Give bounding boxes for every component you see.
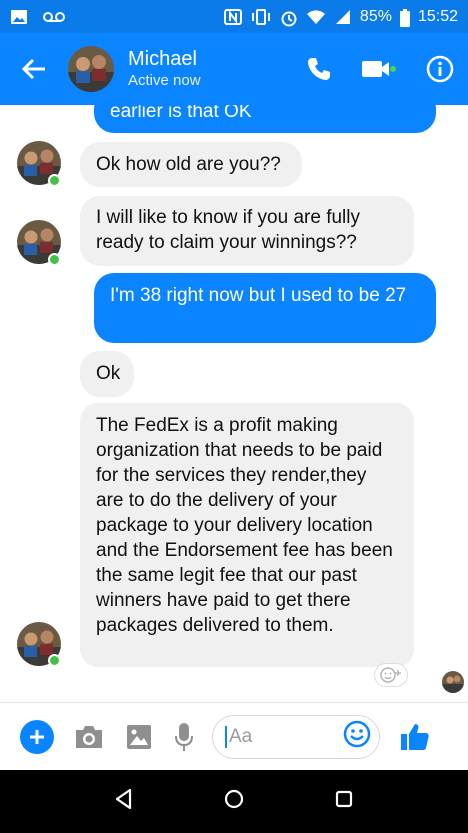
camera-icon [76, 725, 102, 748]
battery-percentage: 85% [359, 7, 392, 25]
video-call-button[interactable] [362, 58, 396, 80]
vibrate-icon [250, 8, 272, 25]
add-reaction-button[interactable] [374, 663, 408, 687]
contact-avatar[interactable] [68, 46, 114, 92]
nfc-icon [223, 8, 242, 25]
gallery-button[interactable] [126, 724, 152, 750]
phone-icon [308, 58, 330, 80]
emoji-icon [343, 720, 371, 748]
status-bar: 85% 15:52 [0, 0, 468, 33]
nav-home-button[interactable] [223, 788, 245, 815]
message-composer: Aa [0, 702, 468, 770]
message-incoming[interactable]: Ok [80, 351, 134, 397]
image-icon [10, 9, 28, 25]
nav-home-icon [224, 789, 244, 809]
emoji-reaction-icon [380, 667, 401, 683]
system-navigation-bar [0, 770, 468, 833]
status-time: 15:52 [417, 7, 458, 25]
online-indicator [48, 654, 61, 667]
emoji-button[interactable] [343, 720, 371, 753]
video-icon [362, 61, 396, 77]
message-outgoing[interactable]: I'm 38 right now but I used to be 27 [94, 273, 436, 343]
text-caret [225, 725, 227, 748]
info-icon [426, 55, 454, 83]
contact-status: Active now [128, 72, 201, 89]
alarm-icon [280, 9, 298, 26]
add-icon [30, 729, 44, 744]
message-incoming[interactable]: The FedEx is a profit making organizatio… [80, 403, 414, 667]
message-outgoing[interactable]: earlier is that OK [94, 105, 436, 133]
back-button[interactable] [0, 33, 68, 105]
message-list[interactable]: earlier is that OK Ok how old are you?? … [0, 105, 468, 702]
gallery-icon [127, 724, 151, 749]
message-incoming[interactable]: Ok how old are you?? [80, 142, 302, 187]
online-indicator [48, 174, 61, 187]
camera-button[interactable] [74, 724, 104, 750]
call-button[interactable] [306, 56, 332, 82]
seen-receipt-avatar [442, 671, 464, 693]
like-button[interactable] [400, 722, 430, 752]
nav-back-button[interactable] [114, 788, 134, 815]
nav-recents-button[interactable] [334, 789, 354, 814]
conversation-header: Michael Active now [0, 33, 468, 105]
message-input[interactable]: Aa [212, 714, 380, 759]
add-button[interactable] [20, 719, 54, 754]
signal-icon [334, 9, 352, 25]
online-indicator [48, 253, 61, 266]
message-incoming[interactable]: I will like to know if you are fully rea… [80, 196, 414, 266]
nav-back-icon [116, 788, 132, 810]
battery-icon [399, 8, 410, 27]
info-button[interactable] [426, 55, 454, 83]
voice-button[interactable] [174, 722, 194, 752]
thumbs-up-icon [401, 723, 429, 750]
nav-recents-icon [335, 790, 352, 808]
message-input-placeholder: Aa [229, 725, 253, 747]
voicemail-icon [42, 9, 66, 25]
mic-icon [175, 722, 193, 751]
back-arrow-icon [21, 58, 45, 80]
contact-name[interactable]: Michael [128, 47, 201, 71]
wifi-icon [306, 9, 326, 25]
